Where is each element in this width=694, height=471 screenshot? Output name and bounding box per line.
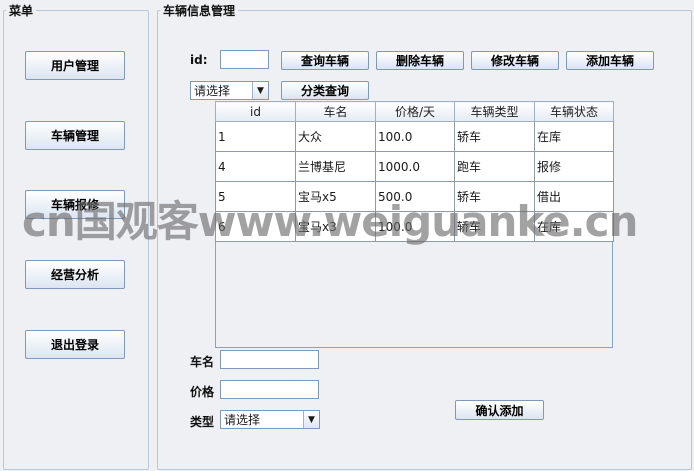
chevron-down-icon[interactable]: ▼: [252, 82, 268, 99]
column-header-type[interactable]: 车辆类型: [454, 101, 535, 122]
table-cell[interactable]: 轿车: [454, 211, 535, 242]
table-cell[interactable]: 轿车: [454, 121, 535, 152]
type-select[interactable]: 请选择 ▼: [220, 410, 320, 429]
table-cell[interactable]: 100.0: [375, 211, 455, 242]
page-title: 车辆信息管理: [160, 2, 239, 19]
confirm-add-button[interactable]: 确认添加: [455, 400, 544, 420]
id-label: id:: [190, 53, 208, 67]
table-cell[interactable]: 报修: [534, 151, 614, 182]
type-label: 类型: [190, 415, 215, 429]
category-select[interactable]: 请选择 ▼: [190, 81, 269, 100]
menu-user-management-button[interactable]: 用户管理: [25, 51, 125, 80]
table-cell[interactable]: 兰博基尼: [295, 151, 376, 182]
table-cell[interactable]: 6: [215, 211, 296, 242]
column-header-name[interactable]: 车名: [295, 101, 376, 122]
menu-vehicle-management-button[interactable]: 车辆管理: [25, 121, 125, 150]
table-cell[interactable]: 4: [215, 151, 296, 182]
table-cell[interactable]: 宝马x5: [295, 181, 376, 212]
vehicle-name-label: 车名: [190, 355, 215, 369]
add-vehicle-button[interactable]: 添加车辆: [566, 51, 654, 70]
table-row[interactable]: 5 宝马x5 500.0 轿车 借出: [215, 181, 614, 212]
column-header-price[interactable]: 价格/天: [375, 101, 455, 122]
table-cell[interactable]: 借出: [534, 181, 614, 212]
chevron-down-icon[interactable]: ▼: [303, 411, 319, 428]
menu-logout-button[interactable]: 退出登录: [25, 330, 125, 359]
price-input[interactable]: [220, 380, 319, 399]
table-cell[interactable]: 在库: [534, 121, 614, 152]
table-row[interactable]: 4 兰博基尼 1000.0 跑车 报修: [215, 151, 614, 182]
table-cell[interactable]: 宝马x3: [295, 211, 376, 242]
table-row[interactable]: 6 宝马x3 100.0 轿车 在库: [215, 211, 614, 242]
menu-vehicle-repair-button[interactable]: 车辆报修: [25, 190, 125, 219]
delete-vehicle-button[interactable]: 删除车辆: [376, 51, 464, 70]
price-label: 价格: [190, 385, 215, 399]
table-cell[interactable]: 100.0: [375, 121, 455, 152]
column-header-status[interactable]: 车辆状态: [534, 101, 614, 122]
query-vehicle-button[interactable]: 查询车辆: [281, 51, 369, 70]
id-input[interactable]: [220, 50, 269, 69]
type-select-value: 请选择: [224, 413, 261, 427]
vehicle-table: id 车名 价格/天 车辆类型 车辆状态 1 大众 100.0 轿车 在库 4 …: [215, 101, 614, 348]
table-cell[interactable]: 1000.0: [375, 151, 455, 182]
table-row[interactable]: 1 大众 100.0 轿车 在库: [215, 121, 614, 152]
table-cell[interactable]: 大众: [295, 121, 376, 152]
category-query-button[interactable]: 分类查询: [281, 81, 369, 100]
vehicle-name-input[interactable]: [220, 350, 319, 369]
modify-vehicle-button[interactable]: 修改车辆: [471, 51, 559, 70]
table-cell[interactable]: 1: [215, 121, 296, 152]
category-select-value: 请选择: [194, 84, 231, 98]
table-cell[interactable]: 轿车: [454, 181, 535, 212]
table-cell[interactable]: 5: [215, 181, 296, 212]
menu-business-analysis-button[interactable]: 经营分析: [25, 260, 125, 289]
menu-title: 菜单: [6, 2, 37, 19]
table-header-row: id 车名 价格/天 车辆类型 车辆状态: [215, 101, 614, 122]
table-cell[interactable]: 500.0: [375, 181, 455, 212]
table-cell[interactable]: 跑车: [454, 151, 535, 182]
column-header-id[interactable]: id: [215, 101, 296, 122]
table-cell[interactable]: 在库: [534, 211, 614, 242]
